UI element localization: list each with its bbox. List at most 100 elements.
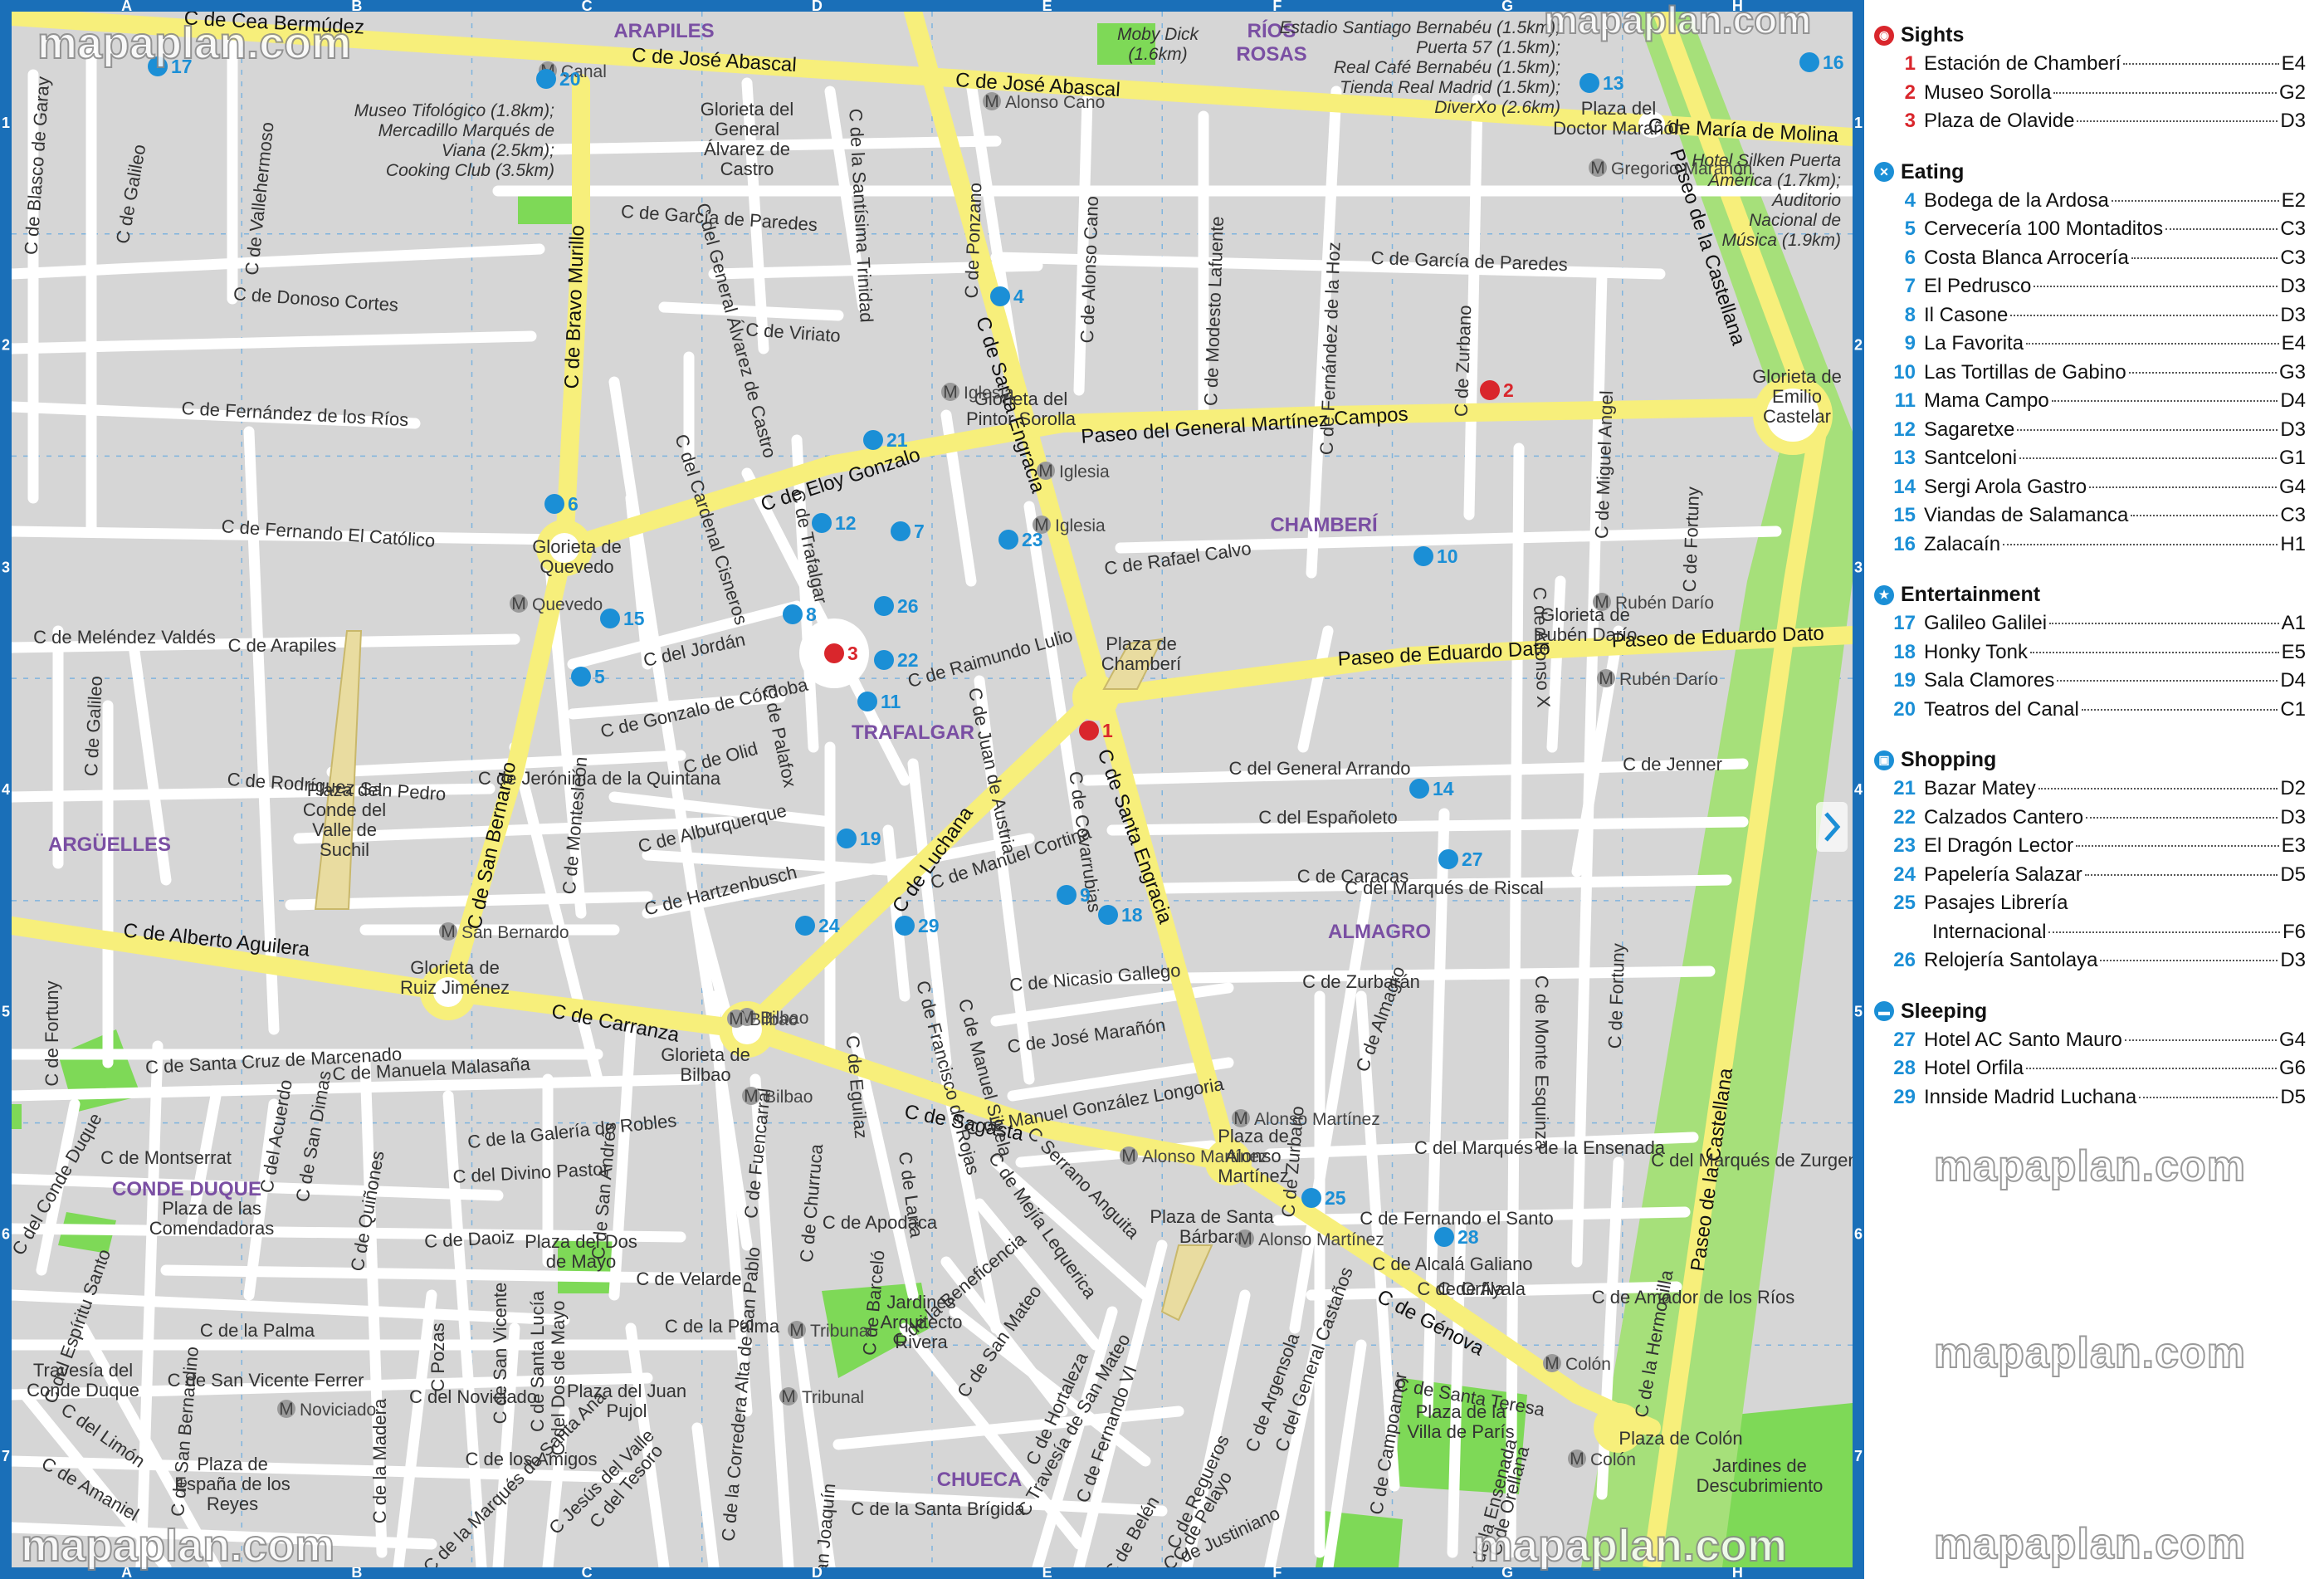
minor-street-label: C de Ponzano [961,183,986,299]
poi-number: 29 [918,915,940,936]
minor-street-label: C de Alcalá Galiano [1372,1254,1532,1274]
poi-marker-icon[interactable] [874,650,894,670]
metro-station-label: Alonso Martínez [1258,1230,1384,1249]
legend-item[interactable]: 7 El Pedrusco D3 [1874,275,2306,304]
legend-item[interactable]: 26 Relojería Santolaya D3 [1874,949,2306,978]
leader-dots [2100,960,2278,961]
poi-marker-icon[interactable] [1434,1227,1454,1247]
plaza-label: Villa de París [1407,1421,1514,1442]
poi-marker-icon[interactable] [544,494,564,514]
grid-row-label: 2 [2,337,10,354]
legend-item-number: 11 [1894,389,1916,412]
legend-item[interactable]: 1 Estación de Chamberí E4 [1874,52,2306,81]
legend-item[interactable]: 11 Mama Campo D4 [1874,389,2306,418]
poi-number: 8 [806,604,817,625]
plaza-label: Descubrimiento [1697,1475,1824,1496]
legend-item[interactable]: 10 Las Tortillas de Gabino G3 [1874,361,2306,390]
poi-number: 24 [818,915,840,936]
metro-icon-glyph: M [1594,593,1609,612]
leader-dots [2057,680,2278,682]
legend-item[interactable]: 20 Teatros del Canal C1 [1874,698,2306,727]
poi-marker-icon[interactable] [895,916,915,936]
plaza-label: Conde del [303,799,386,820]
leader-dots [2019,457,2277,459]
poi-marker-icon[interactable] [891,521,911,541]
metro-icon-glyph: M [1233,1109,1248,1128]
legend-item[interactable]: 23 El Dragón Lector E3 [1874,834,2306,863]
poi-marker-icon[interactable] [571,667,591,687]
area-label: ROSAS [1236,43,1306,66]
metro-icon-glyph: M [279,1400,294,1419]
legend-item-name: La Favorita [1924,332,2024,354]
poi-marker-icon[interactable] [1079,721,1099,741]
legend-item[interactable]: 15 Viandas de Salamanca C3 [1874,504,2306,533]
legend-item[interactable]: 17 Galileo Galilei A1 [1874,612,2306,641]
legend-item[interactable]: 8 Il Casone D3 [1874,304,2306,333]
legend-item[interactable]: 12 Sagaretxe D3 [1874,418,2306,447]
poi-marker-icon[interactable] [1409,779,1429,799]
legend-item[interactable]: 4 Bodega de la Ardosa E2 [1874,189,2306,218]
legend-item[interactable]: 5 Cervecería 100 Montaditos C3 [1874,218,2306,247]
plaza-label: Conde Duque [27,1380,139,1401]
distance-note: Cooking Club (3.5km) [386,161,554,180]
poi-marker-icon[interactable] [795,916,815,936]
legend-item[interactable]: 13 Santceloni G1 [1874,447,2306,476]
distance-note: DiverXo (2.6km) [1434,98,1560,117]
city-map[interactable]: AABBCCDDEEFFGGHH1 12 23 34 45 56 67 7 C … [0,0,1864,1579]
poi-marker-icon[interactable] [1799,52,1819,72]
poi-marker-icon[interactable] [1301,1188,1321,1208]
legend-item-number: 1 [1904,52,1916,75]
minor-street-label: C de la Palma [200,1320,315,1341]
legend-item[interactable]: 19 Sala Clamores D4 [1874,669,2306,698]
distance-note: Viana (2.5km); [442,141,554,160]
legend-item[interactable]: 25 Pasajes Librería [1874,892,2306,921]
legend-item-grid-ref: D5 [2280,863,2306,886]
legend-item-number: 5 [1904,218,1916,240]
legend-item-number: 16 [1893,532,1916,555]
legend-item[interactable]: 14 Sergi Arola Gastro G4 [1874,476,2306,505]
poi-marker-icon[interactable] [812,513,832,533]
minor-street-label: C de Zurbano [1451,305,1476,417]
legend-item[interactable]: 18 Honky Tonk E5 [1874,641,2306,670]
legend-item-number: 27 [1893,1028,1916,1051]
legend-item[interactable]: 2 Museo Sorolla G2 [1874,81,2306,110]
legend-item[interactable]: 6 Costa Blanca Arrocería C3 [1874,247,2306,276]
poi-marker-icon[interactable] [1579,73,1599,93]
poi-marker-icon[interactable] [990,286,1010,306]
metro-icon-glyph: M [1238,1229,1252,1249]
poi-marker-icon[interactable] [824,643,844,663]
legend-item[interactable]: 24 Papelería Salazar D5 [1874,863,2306,892]
plaza-label: Plaza del Dos [525,1231,637,1252]
poi-marker-icon[interactable] [1098,905,1118,925]
poi-number: 12 [835,512,857,534]
legend-item[interactable]: 21 Bazar Matey D2 [1874,777,2306,806]
poi-marker-icon[interactable] [857,692,877,711]
poi-marker-icon[interactable] [783,604,803,624]
poi-marker-icon[interactable] [1413,546,1433,566]
legend-item-number: 17 [1893,612,1916,634]
poi-marker-icon[interactable] [536,69,556,89]
poi-marker-icon[interactable] [837,829,857,848]
legend-item[interactable]: 22 Calzados Cantero D3 [1874,806,2306,835]
legend-item-number: 20 [1893,697,1916,721]
poi-marker-icon[interactable] [998,530,1018,550]
poi-marker-icon[interactable] [1480,380,1500,400]
poi-marker-icon[interactable] [1438,849,1458,869]
poi-marker-icon[interactable] [1057,885,1077,905]
poi-marker-icon[interactable] [874,596,894,616]
legend-item[interactable]: 29 Innside Madrid Luchana D5 [1874,1086,2306,1115]
plaza-label: Travesía del [33,1360,133,1381]
grid-row-label: 1 [2,115,10,131]
pan-right-arrow-icon[interactable] [1816,802,1848,852]
legend-item[interactable]: 27 Hotel AC Santo Mauro G4 [1874,1029,2306,1058]
poi-number: 27 [1462,848,1483,870]
legend-item-grid-ref: E5 [2281,640,2306,663]
metro-station-label: Noviciado [300,1401,376,1420]
shopping-bag-icon: ▣ [1874,750,1894,770]
legend-item[interactable]: 16 Zalacaín H1 [1874,533,2306,562]
poi-marker-icon[interactable] [863,430,883,450]
poi-marker-icon[interactable] [600,609,620,628]
legend-item[interactable]: 3 Plaza de Olavide D3 [1874,110,2306,139]
legend-item[interactable]: 9 La Favorita E4 [1874,332,2306,361]
legend-item[interactable]: 28 Hotel Orfila G6 [1874,1057,2306,1086]
